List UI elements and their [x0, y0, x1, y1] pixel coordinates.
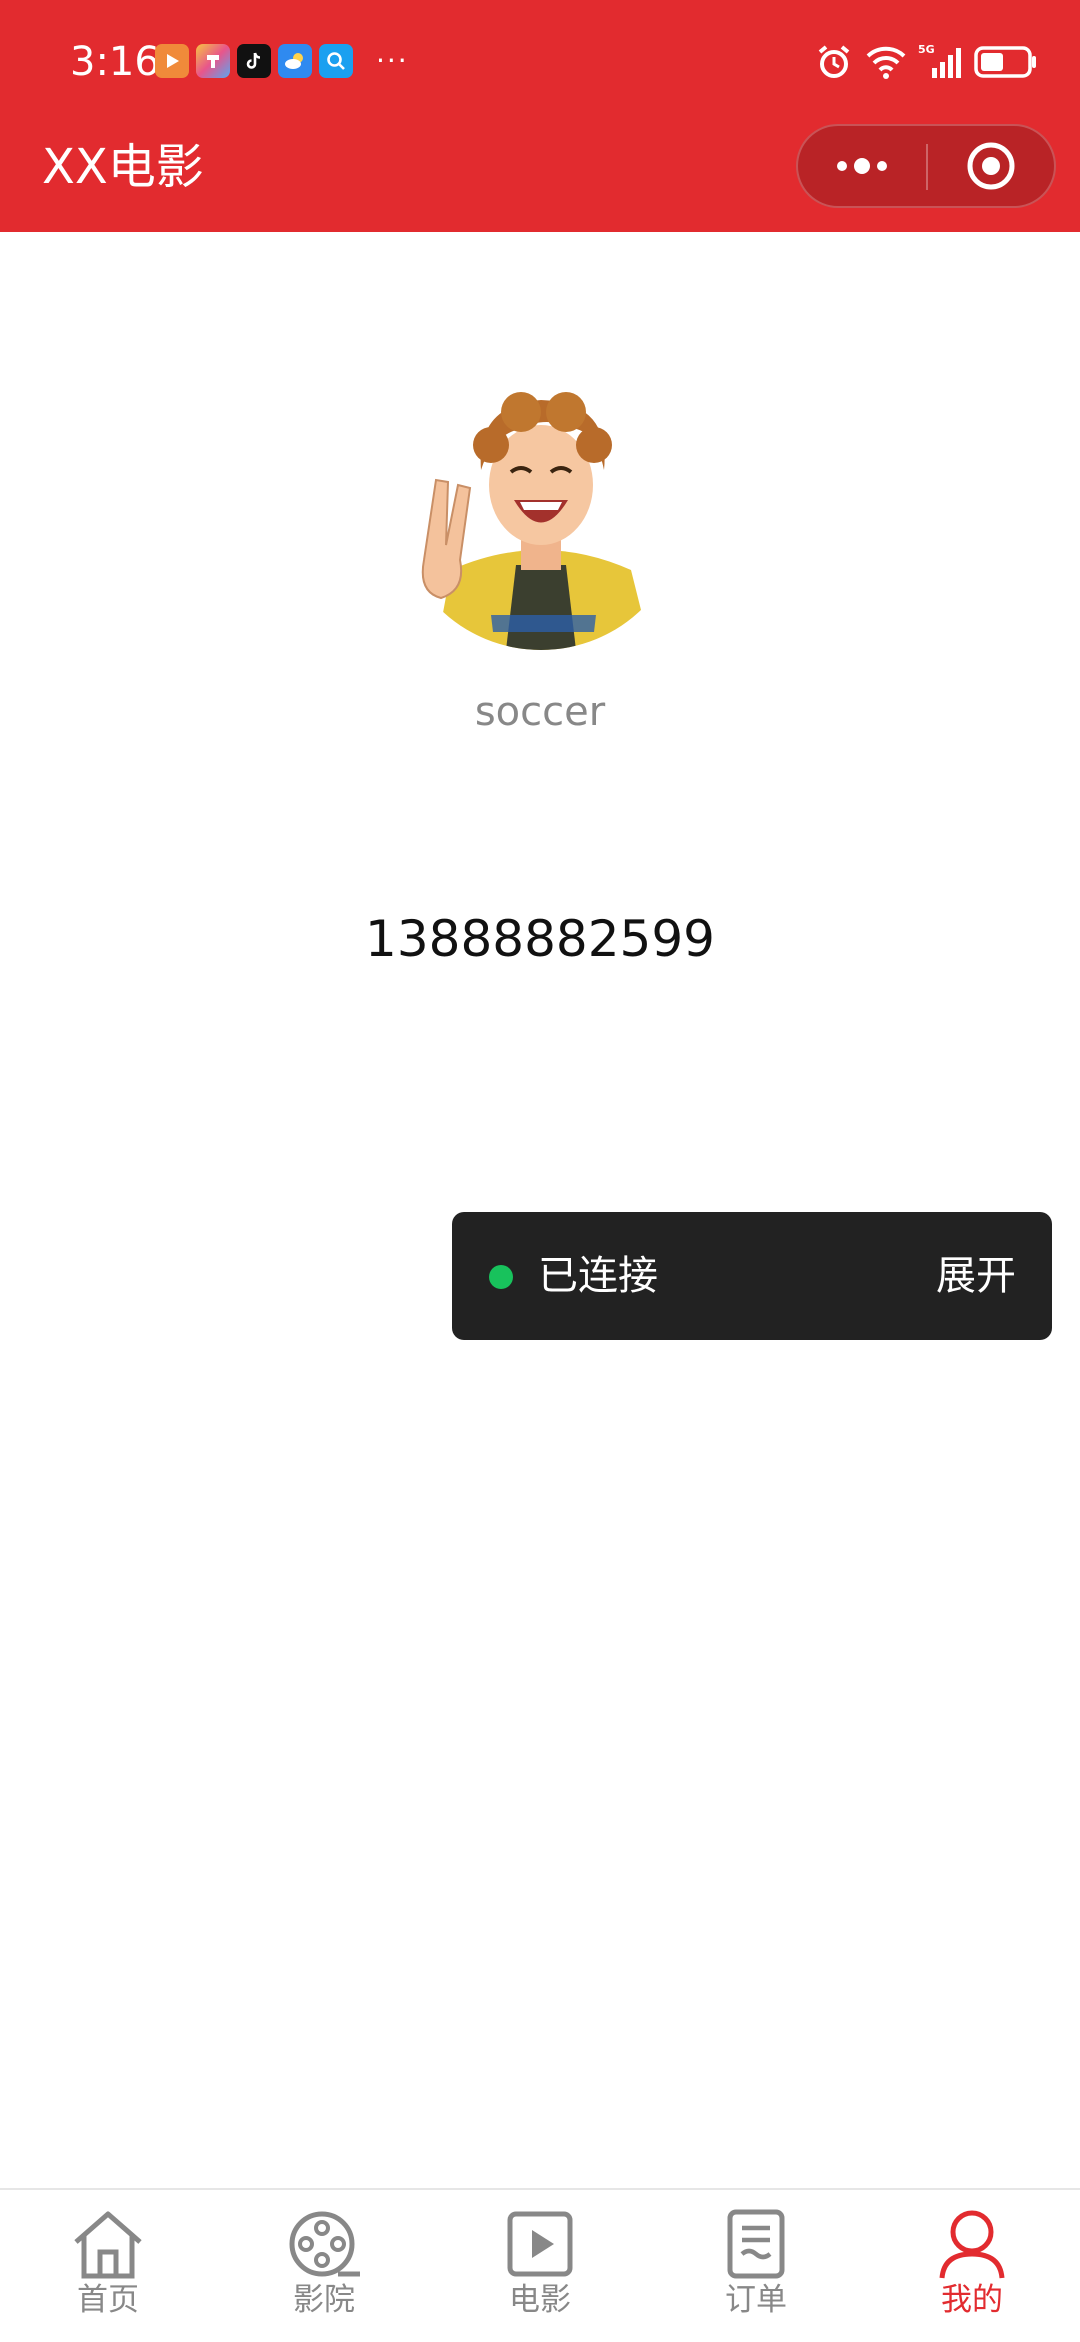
play-icon	[507, 2211, 573, 2277]
weather-icon	[278, 44, 312, 78]
person-icon	[939, 2210, 1005, 2279]
svg-text:5G: 5G	[918, 43, 935, 56]
tab-label: 首页	[77, 2282, 139, 2318]
page-title: XX电影	[42, 139, 204, 195]
phone-number: 13888882599	[365, 910, 715, 968]
more-dots-icon	[837, 158, 887, 174]
video-app-icon	[155, 44, 189, 78]
avatar-image	[396, 360, 686, 650]
connection-status-text: 已连接	[538, 1253, 658, 1299]
more-notifications-indicator: ···	[376, 44, 409, 77]
connection-status-panel: 已连接 展开	[452, 1212, 1052, 1340]
tab-mine[interactable]: 我的	[864, 2190, 1080, 2342]
bottom-tab-bar: 首页 影院 电影 订单 我的	[0, 2188, 1080, 2342]
tab-movies[interactable]: 电影	[432, 2190, 648, 2342]
tab-label: 我的	[941, 2282, 1003, 2318]
username: soccer	[474, 689, 606, 735]
close-mini-program-button[interactable]	[928, 126, 1054, 206]
film-reel-icon	[289, 2211, 360, 2277]
mini-program-capsule	[796, 124, 1056, 208]
tab-home[interactable]: 首页	[0, 2190, 216, 2342]
home-icon	[74, 2211, 142, 2279]
system-status-icons: 5G	[814, 42, 1038, 82]
more-menu-button[interactable]	[798, 126, 926, 206]
status-time: 3:16	[70, 39, 160, 85]
wifi-icon	[866, 46, 906, 79]
tab-label: 电影	[509, 2282, 571, 2318]
connected-indicator-dot	[489, 1265, 513, 1289]
target-close-icon	[967, 142, 1015, 190]
tab-cinema[interactable]: 影院	[216, 2190, 432, 2342]
order-list-icon	[727, 2209, 785, 2279]
top-bar: 3:16 ··· 5G XX电影	[0, 0, 1080, 232]
tiktok-icon	[237, 44, 271, 78]
tab-orders[interactable]: 订单	[648, 2190, 864, 2342]
search-app-icon	[319, 44, 353, 78]
alarm-icon	[818, 45, 850, 78]
tab-label: 订单	[725, 2282, 787, 2318]
cellular-5g-icon: 5G	[918, 43, 961, 78]
tab-label: 影院	[293, 2282, 355, 2318]
avatar[interactable]	[396, 360, 686, 650]
battery-icon	[974, 46, 1036, 78]
color-app-icon	[196, 44, 230, 78]
expand-button[interactable]: 展开	[936, 1246, 1016, 1306]
notification-icons: ···	[155, 43, 409, 79]
